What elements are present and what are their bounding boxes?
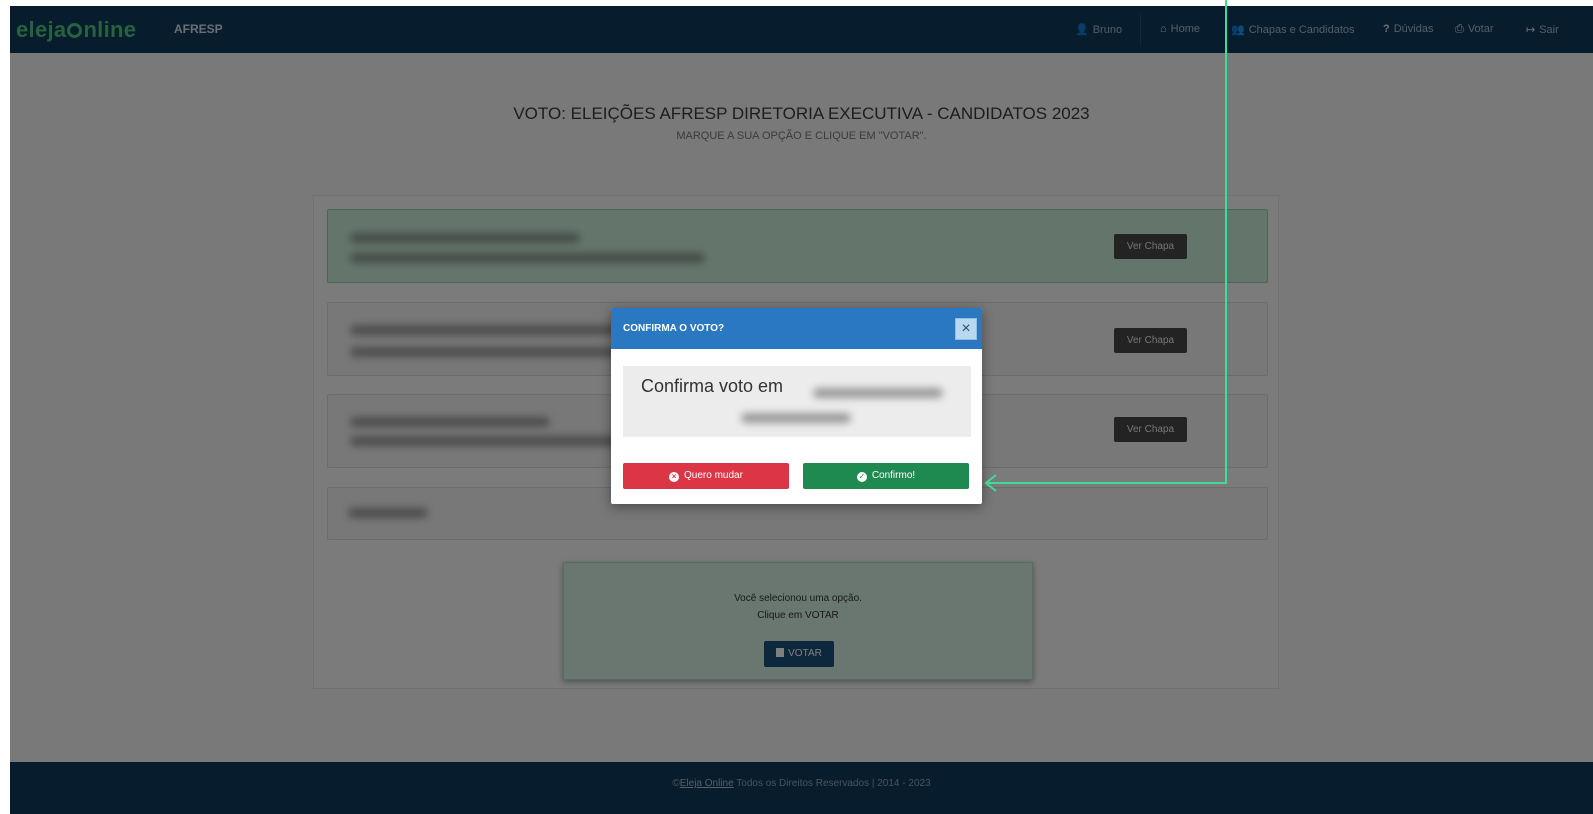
annotation-arrow (984, 0, 1227, 492)
